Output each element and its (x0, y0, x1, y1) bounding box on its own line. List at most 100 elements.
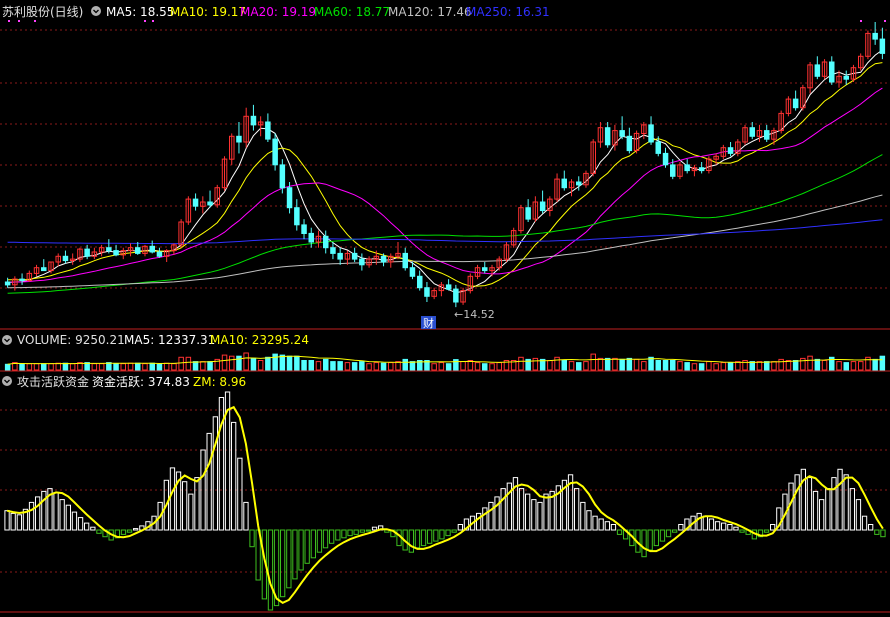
top-tick-marker (860, 20, 862, 22)
volume-bar (445, 363, 452, 371)
flow-bar (414, 529, 421, 549)
flow-bar (702, 515, 709, 531)
flow-bar (770, 524, 776, 531)
indicator-name[interactable]: 攻击活跃资金 (17, 374, 89, 389)
volume-bar (554, 356, 560, 371)
volume-bar (691, 363, 698, 371)
flow-bar (574, 488, 580, 531)
flow-bar (849, 488, 856, 531)
flow-bar (880, 529, 886, 538)
top-tick-marker (18, 20, 20, 22)
flow-bar (439, 529, 445, 540)
indicator-active-label: 资金活跃: 374.83 (92, 374, 190, 389)
volume-bar (337, 361, 343, 371)
volume-bar (294, 355, 300, 371)
volume-bar (178, 356, 184, 371)
volume-bar (713, 363, 719, 371)
flow-bar (843, 474, 849, 531)
volume-bar (460, 361, 466, 371)
volume-bar (576, 362, 582, 371)
circle-chevron-icon[interactable] (91, 6, 101, 16)
volume-bar (489, 363, 495, 371)
flow-bar (812, 490, 819, 531)
volume-bar (662, 360, 669, 371)
candle-body (843, 75, 849, 80)
volume-bar (438, 362, 445, 371)
volume-bar (720, 362, 727, 371)
flow-bar (433, 529, 439, 542)
candle-body (323, 235, 329, 249)
volume-bar (192, 361, 199, 371)
volume-bar (229, 355, 235, 371)
legend-ma120: MA120: 17.46 (388, 5, 472, 19)
flow-bar (647, 529, 653, 551)
flow-bar (126, 529, 133, 533)
flow-bar (28, 501, 35, 531)
candle-body (619, 130, 625, 137)
volume-bar (4, 363, 11, 371)
candle-body (272, 138, 278, 166)
candle-body (4, 281, 11, 286)
flow-bar (641, 529, 647, 558)
volume-bar (583, 361, 589, 371)
candle-body (655, 141, 661, 154)
candle-body (829, 61, 835, 83)
flow-bar (543, 493, 549, 531)
volume-bar (301, 360, 307, 371)
candle-body (525, 207, 531, 220)
volume-bar (315, 361, 322, 371)
volume-bar (590, 353, 596, 371)
flow-bar (322, 529, 329, 549)
volume-bar (814, 358, 821, 371)
flow-bar (65, 504, 71, 531)
flow-bar (77, 517, 84, 531)
candle-body (135, 247, 141, 254)
volume-bar (597, 357, 604, 371)
candle-body (662, 152, 669, 166)
active-capital-series (4, 391, 886, 611)
finance-badge-label: 财 (423, 316, 434, 330)
flow-bar (206, 432, 212, 531)
volume-bar (727, 362, 734, 371)
flow-bar (286, 529, 292, 589)
flow-bar (90, 526, 96, 531)
flow-bar (133, 528, 139, 531)
stock-title[interactable]: 苏利股份(日线) (2, 5, 83, 19)
volume-ma10-label: MA10: 23295.24 (210, 333, 309, 347)
candle-body (879, 38, 886, 54)
flow-bar (16, 514, 23, 531)
candlestick-series (4, 22, 886, 308)
ma5-line (7, 49, 883, 294)
volume-bar (69, 363, 76, 371)
flow-bar (696, 512, 702, 531)
candle-body (453, 288, 459, 303)
flow-bar (120, 529, 127, 535)
volume-bar (243, 352, 249, 371)
candle-body (250, 115, 257, 126)
volume-bar (91, 363, 98, 371)
flow-bar (794, 474, 800, 531)
flow-bar (10, 512, 16, 531)
flow-bar (280, 529, 286, 598)
candle-body (149, 245, 155, 253)
volume-bar (872, 358, 878, 371)
flow-bar (500, 488, 506, 531)
candle-body (359, 258, 365, 266)
volume-bar (843, 362, 849, 371)
volume-bar (792, 360, 799, 371)
volume-bar (26, 363, 33, 371)
flow-bar (537, 501, 543, 531)
volume-bar (619, 358, 625, 371)
volume-bar (279, 354, 286, 371)
volume-bar (756, 361, 763, 371)
volume-dropdown-icon[interactable] (2, 335, 12, 345)
flow-bar (59, 499, 65, 531)
volume-bar (207, 361, 213, 371)
flow-bar (249, 529, 255, 548)
volume-bar (402, 358, 408, 371)
volume-bar (142, 363, 148, 371)
flow-bar (353, 529, 359, 535)
flow-bar (304, 529, 310, 564)
volume-bar (496, 362, 502, 371)
indicator-dropdown-icon[interactable] (2, 376, 12, 386)
